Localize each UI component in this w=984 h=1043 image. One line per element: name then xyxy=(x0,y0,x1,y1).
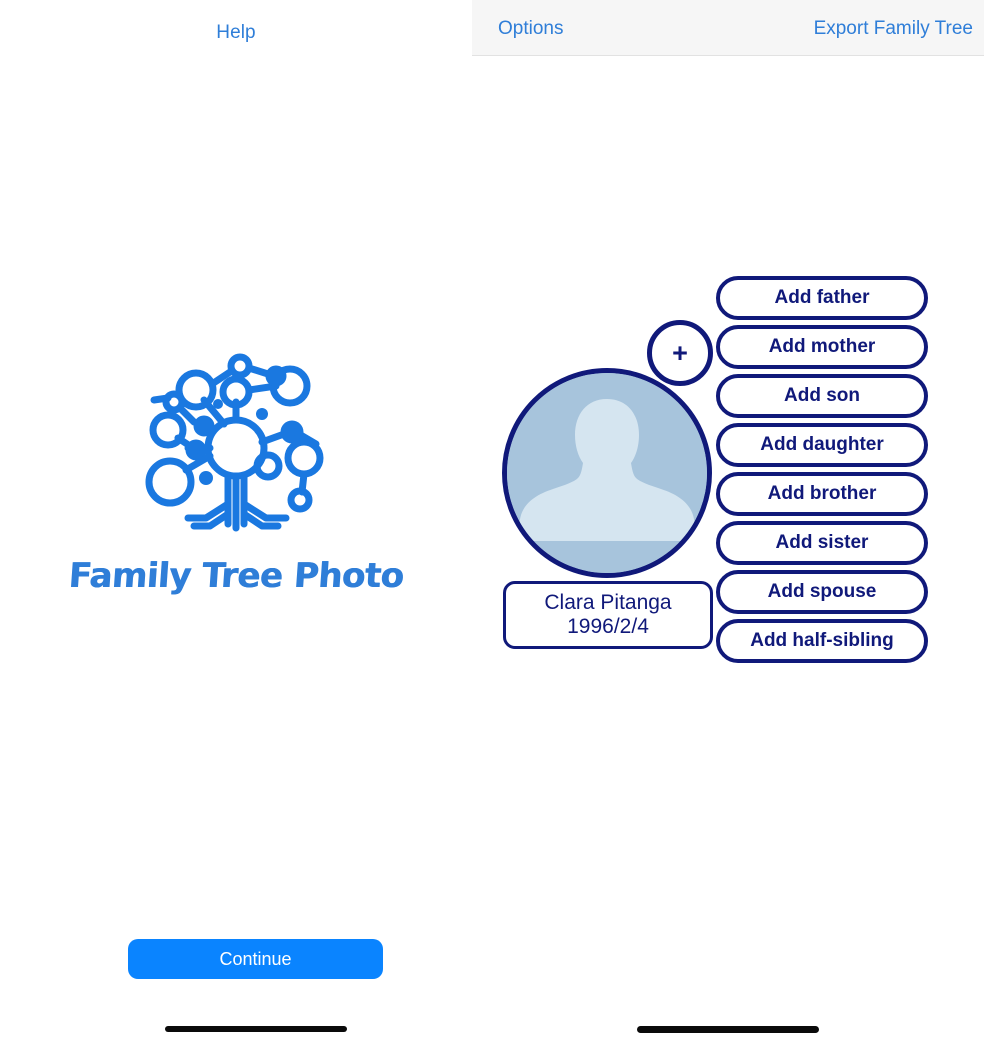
help-link[interactable]: Help xyxy=(0,22,472,44)
home-indicator-right xyxy=(637,1026,819,1033)
add-relative-action-stack: Add father Add mother Add son Add daught… xyxy=(716,276,928,663)
add-half-sibling-button[interactable]: Add half-sibling xyxy=(716,619,928,663)
add-person-plus-button[interactable]: + xyxy=(647,320,713,386)
brand-block: Family Tree Photo xyxy=(0,352,472,596)
avatar[interactable] xyxy=(502,368,712,578)
right-family-tree-pane: Options Export Family Tree + Clara Pitan… xyxy=(472,0,984,1043)
add-brother-button[interactable]: Add brother xyxy=(716,472,928,516)
person-name: Clara Pitanga xyxy=(544,590,672,614)
add-daughter-button[interactable]: Add daughter xyxy=(716,423,928,467)
family-tree-network-icon xyxy=(0,352,472,542)
add-spouse-button[interactable]: Add spouse xyxy=(716,570,928,614)
person-name-card[interactable]: Clara Pitanga 1996/2/4 xyxy=(503,581,713,649)
options-button[interactable]: Options xyxy=(498,18,563,40)
home-indicator-left xyxy=(165,1026,347,1032)
add-father-button[interactable]: Add father xyxy=(716,276,928,320)
person-birth-date: 1996/2/4 xyxy=(567,615,649,638)
continue-button[interactable]: Continue xyxy=(128,939,383,979)
add-mother-button[interactable]: Add mother xyxy=(716,325,928,369)
add-son-button[interactable]: Add son xyxy=(716,374,928,418)
add-sister-button[interactable]: Add sister xyxy=(716,521,928,565)
left-app-pane: Help Family Tree Photo Continue xyxy=(0,0,472,1043)
person-placeholder-avatar-icon xyxy=(507,373,707,573)
export-family-tree-button[interactable]: Export Family Tree xyxy=(814,18,973,40)
page-title: Family Tree Photo xyxy=(67,556,405,596)
right-toolbar: Options Export Family Tree xyxy=(472,0,984,56)
